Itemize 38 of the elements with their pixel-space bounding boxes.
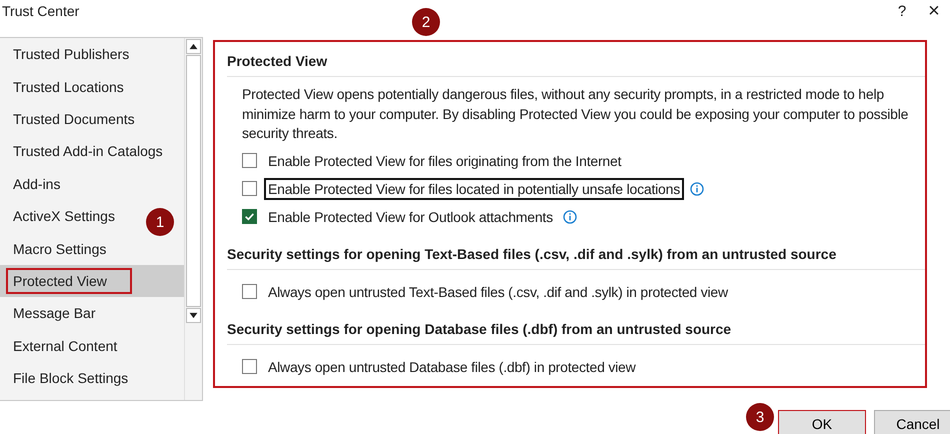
callout-badge: 2 xyxy=(412,8,440,36)
checkbox[interactable] xyxy=(242,209,257,224)
checkbox-label[interactable]: Enable Protected View for Outlook attachments xyxy=(264,206,557,228)
scrollbar[interactable] xyxy=(184,38,202,400)
category-item[interactable]: Protected View xyxy=(0,264,184,298)
checkbox[interactable] xyxy=(242,359,257,374)
window-title: Trust Center xyxy=(2,3,80,19)
section-heading: Protected View xyxy=(227,52,328,71)
category-item[interactable]: Macro Settings xyxy=(0,232,112,265)
category-item[interactable]: Message Bar xyxy=(0,297,102,330)
info-icon[interactable] xyxy=(690,182,704,196)
checkbox-label[interactable]: Enable Protected View for files originating from the Internet xyxy=(264,150,626,172)
scroll-down-icon[interactable] xyxy=(186,308,201,323)
info-icon[interactable] xyxy=(562,210,577,224)
category-item[interactable]: File Block Settings xyxy=(0,362,134,394)
section-heading: Security settings for opening Database files (.dbf) from an untrusted source xyxy=(227,320,732,339)
checkbox[interactable] xyxy=(242,284,257,299)
category-item[interactable]: Add-ins xyxy=(0,168,66,200)
callout-badge: 3 xyxy=(746,403,774,431)
category-item[interactable]: Trusted Publishers xyxy=(0,38,136,70)
scroll-thumb[interactable] xyxy=(186,55,201,307)
category-item[interactable]: Trusted Add-in Catalogs xyxy=(0,135,169,168)
section-heading: Security settings for opening Text-Based files (.csv, .dif and .sylk) from an untrusted source xyxy=(227,244,838,264)
category-item[interactable]: Trusted Locations xyxy=(0,70,130,103)
category-item[interactable]: External Content xyxy=(0,330,124,362)
category-item[interactable]: Trusted Documents xyxy=(0,102,141,136)
help-button[interactable]: ? xyxy=(886,2,918,20)
checkbox-label[interactable]: Always open untrusted Text-Based files (.csv, .dif and .sylk) in protected view xyxy=(264,280,732,302)
dialog-button[interactable]: OK xyxy=(778,410,866,434)
checkbox-label[interactable]: Enable Protected View for files located in potentially unsafe locations xyxy=(264,178,684,200)
checkbox-label[interactable]: Always open untrusted Database files (.dbf) in protected view xyxy=(264,356,640,378)
checkbox[interactable] xyxy=(242,153,257,168)
scroll-up-icon[interactable] xyxy=(186,39,201,54)
category-item[interactable]: ActiveX Settings xyxy=(0,200,121,232)
checkbox[interactable] xyxy=(242,181,257,196)
description-text: Protected View opens potentially dangerous files, without any security prompts, in a restricted mode to help minimize harm to your computer. By disabling Protected View you could be exposing your computer to possible security threats. xyxy=(242,85,910,143)
close-button[interactable]: × xyxy=(918,0,950,22)
dialog-button[interactable]: Cancel xyxy=(874,410,950,434)
